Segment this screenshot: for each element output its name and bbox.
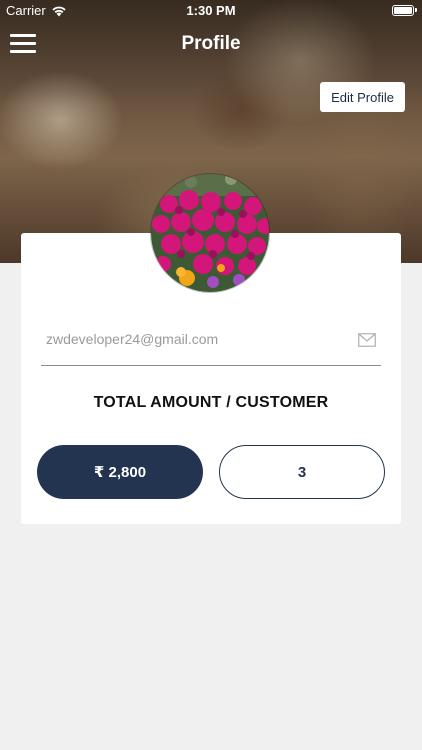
battery-icon xyxy=(392,5,417,16)
email-field: zwdeveloper24@gmail.com xyxy=(41,325,381,366)
email-value: zwdeveloper24@gmail.com xyxy=(46,331,219,347)
total-amount-customer-heading: TOTAL AMOUNT / CUSTOMER xyxy=(93,394,329,411)
flower-photo-avatar xyxy=(151,174,269,292)
status-time: 1:30 PM xyxy=(186,3,236,18)
profile-screen: Carrier 1:30 PM Profile Edit Profile zwd… xyxy=(0,0,422,750)
page-title: Profile xyxy=(181,33,241,54)
edit-profile-button[interactable]: Edit Profile xyxy=(320,82,405,112)
customer-count-button[interactable]: 3 xyxy=(219,445,385,499)
total-amount-button[interactable]: ₹ 2,800 xyxy=(37,445,203,499)
avatar[interactable] xyxy=(151,174,269,292)
mail-icon xyxy=(358,333,376,347)
navigation-bar: Profile xyxy=(0,22,422,66)
status-bar: Carrier 1:30 PM xyxy=(0,0,422,22)
